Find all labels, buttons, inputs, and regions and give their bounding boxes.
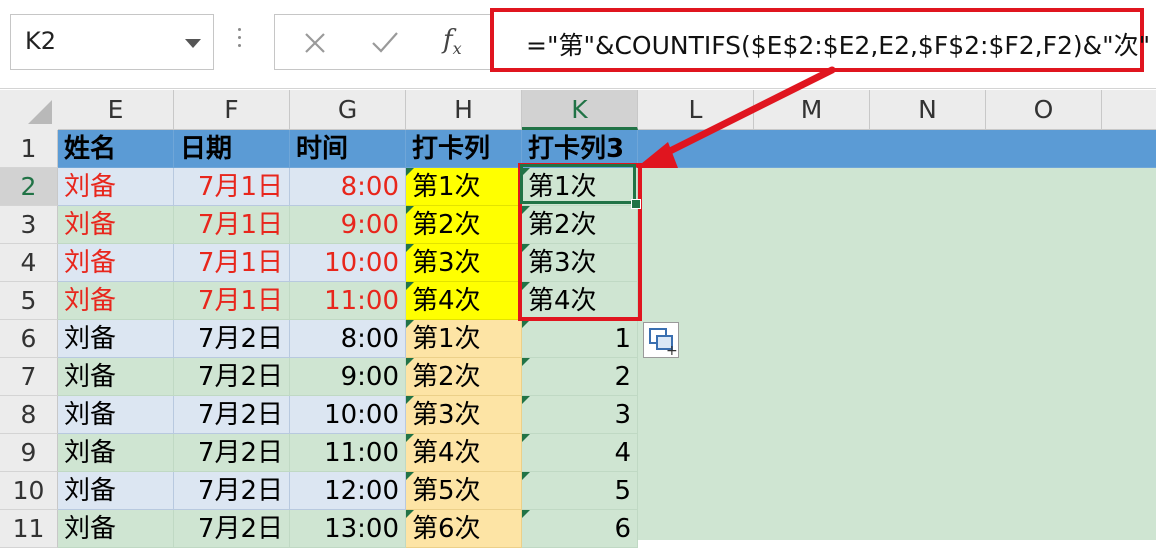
- row-header-9[interactable]: 9: [0, 434, 58, 472]
- formula-bar: K2 fx ="第"&COUNTIFS($E$2:$E2,E2,$F$2:$F2…: [0, 0, 1156, 89]
- cell-k10[interactable]: 5: [522, 472, 638, 510]
- cell-e1[interactable]: 姓名: [58, 130, 174, 168]
- cell-f11[interactable]: 7月2日: [174, 510, 290, 548]
- row-header-8[interactable]: 8: [0, 396, 58, 434]
- cell-f7[interactable]: 7月2日: [174, 358, 290, 396]
- select-all-button[interactable]: [0, 90, 59, 131]
- insert-function-icon[interactable]: fx: [443, 25, 462, 58]
- cell-f5[interactable]: 7月1日: [174, 282, 290, 320]
- cell-f4[interactable]: 7月1日: [174, 244, 290, 282]
- cell-h3[interactable]: 第2次: [406, 206, 522, 244]
- cell-e4[interactable]: 刘备: [58, 244, 174, 282]
- cell-e9[interactable]: 刘备: [58, 434, 174, 472]
- cell-g8[interactable]: 10:00: [290, 396, 406, 434]
- cell-f9[interactable]: 7月2日: [174, 434, 290, 472]
- cell-e10[interactable]: 刘备: [58, 472, 174, 510]
- row-header-3[interactable]: 3: [0, 206, 58, 244]
- row-header-11[interactable]: 11: [0, 510, 58, 548]
- header-band: [638, 130, 1156, 168]
- row-header-4[interactable]: 4: [0, 244, 58, 282]
- col-header-l[interactable]: L: [638, 90, 754, 130]
- fill-handle[interactable]: [631, 199, 641, 209]
- cell-e11[interactable]: 刘备: [58, 510, 174, 548]
- col-header-h[interactable]: H: [406, 90, 522, 130]
- cancel-icon[interactable]: [303, 31, 327, 55]
- col-header-next[interactable]: [1102, 90, 1156, 130]
- cell-f10[interactable]: 7月2日: [174, 472, 290, 510]
- cell-e3[interactable]: 刘备: [58, 206, 174, 244]
- cell-f2[interactable]: 7月1日: [174, 168, 290, 206]
- col-header-k[interactable]: K: [522, 90, 638, 130]
- cell-f1[interactable]: 日期: [174, 130, 290, 168]
- cell-g11[interactable]: 13:00: [290, 510, 406, 548]
- cell-g7[interactable]: 9:00: [290, 358, 406, 396]
- cell-g4[interactable]: 10:00: [290, 244, 406, 282]
- cell-h6[interactable]: 第1次: [406, 320, 522, 358]
- row-header-10[interactable]: 10: [0, 472, 58, 510]
- formula-buttons: fx: [274, 14, 496, 70]
- cell-g9[interactable]: 11:00: [290, 434, 406, 472]
- cell-h2[interactable]: 第1次: [406, 168, 522, 206]
- cell-e8[interactable]: 刘备: [58, 396, 174, 434]
- cell-h1[interactable]: 打卡列: [406, 130, 522, 168]
- cell-g1[interactable]: 时间: [290, 130, 406, 168]
- cell-k6[interactable]: 1: [522, 320, 638, 358]
- col-header-n[interactable]: N: [870, 90, 986, 130]
- paste-options-icon[interactable]: +: [643, 322, 679, 358]
- col-header-f[interactable]: F: [174, 90, 290, 130]
- row-header-5[interactable]: 5: [0, 282, 58, 320]
- check-icon[interactable]: [371, 29, 399, 55]
- col-header-e[interactable]: E: [58, 90, 174, 130]
- cell-f6[interactable]: 7月2日: [174, 320, 290, 358]
- cell-h5[interactable]: 第4次: [406, 282, 522, 320]
- cell-h11[interactable]: 第6次: [406, 510, 522, 548]
- cell-g2[interactable]: 8:00: [290, 168, 406, 206]
- row-header-2[interactable]: 2: [0, 168, 58, 206]
- cell-k11[interactable]: 6: [522, 510, 638, 548]
- col-header-m[interactable]: M: [754, 90, 870, 130]
- cell-e6[interactable]: 刘备: [58, 320, 174, 358]
- cell-e5[interactable]: 刘备: [58, 282, 174, 320]
- row-header-1[interactable]: 1: [0, 130, 58, 168]
- col-header-g[interactable]: G: [290, 90, 406, 130]
- cell-g10[interactable]: 12:00: [290, 472, 406, 510]
- cell-k9[interactable]: 4: [522, 434, 638, 472]
- cell-f3[interactable]: 7月1日: [174, 206, 290, 244]
- row-header-7[interactable]: 7: [0, 358, 58, 396]
- active-cell-border: [520, 164, 636, 204]
- formula-input[interactable]: ="第"&COUNTIFS($E$2:$E2,E2,$F$2:$F2,F2)&"…: [490, 8, 1150, 72]
- chevron-down-icon[interactable]: [185, 39, 201, 48]
- cell-k8[interactable]: 3: [522, 396, 638, 434]
- cell-h9[interactable]: 第4次: [406, 434, 522, 472]
- name-box-value: K2: [25, 27, 57, 55]
- col-header-o[interactable]: O: [986, 90, 1102, 130]
- cell-h10[interactable]: 第5次: [406, 472, 522, 510]
- cell-g6[interactable]: 8:00: [290, 320, 406, 358]
- cell-h7[interactable]: 第2次: [406, 358, 522, 396]
- cell-e7[interactable]: 刘备: [58, 358, 174, 396]
- cell-h4[interactable]: 第3次: [406, 244, 522, 282]
- cell-k7[interactable]: 2: [522, 358, 638, 396]
- green-background: [638, 168, 1156, 540]
- cell-e2[interactable]: 刘备: [58, 168, 174, 206]
- more-options-icon[interactable]: [238, 28, 242, 52]
- formula-text: ="第"&COUNTIFS($E$2:$E2,E2,$F$2:$F2,F2)&"…: [526, 31, 1151, 60]
- cell-f8[interactable]: 7月2日: [174, 396, 290, 434]
- cell-h8[interactable]: 第3次: [406, 396, 522, 434]
- cell-g3[interactable]: 9:00: [290, 206, 406, 244]
- cell-g5[interactable]: 11:00: [290, 282, 406, 320]
- name-box[interactable]: K2: [10, 14, 214, 70]
- row-header-6[interactable]: 6: [0, 320, 58, 358]
